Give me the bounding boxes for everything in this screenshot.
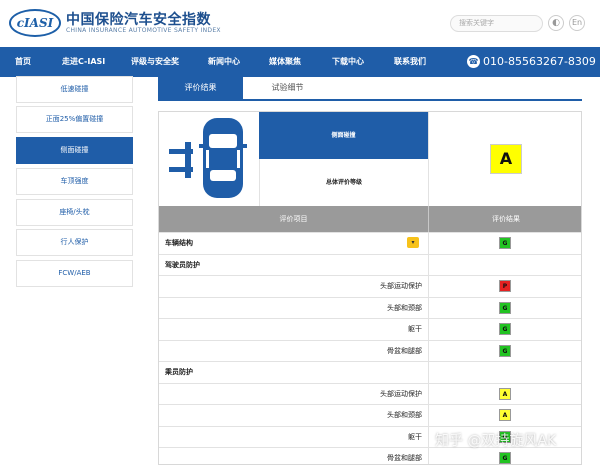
overall-grade-badge: A: [490, 144, 522, 174]
column-divider: [428, 340, 429, 362]
table-row: 头部和颈部 G: [159, 296, 581, 319]
section-label: 乘员防护: [165, 368, 193, 376]
sidebar-item-side-impact[interactable]: 侧面碰撞: [16, 137, 133, 164]
nav-contact[interactable]: 联系我们: [394, 47, 426, 77]
results-panel: 侧面碰撞 总体评价等级 A 评价项目 评价结果 车辆结构 ▾ G 驾驶员防护头部运动保…: [158, 111, 582, 465]
row-label: 头部运动保护: [380, 389, 422, 398]
column-divider: [428, 405, 429, 426]
sidebar-item-roof-strength[interactable]: 车顶强度: [16, 168, 133, 195]
sidebar-item-fcw-aeb[interactable]: FCW/AEB: [16, 260, 133, 287]
column-header-result: 评价结果: [428, 206, 581, 232]
section-label: 驾驶员防护: [165, 260, 200, 269]
tab-results[interactable]: 评价结果: [158, 76, 243, 100]
row-label: 头部运动保护: [380, 282, 422, 290]
overall-label: 总体评价等级: [259, 159, 428, 206]
column-divider: [428, 426, 429, 448]
language-switch[interactable]: En: [569, 15, 585, 31]
column-divider: [428, 319, 429, 340]
grade-badge: A: [499, 409, 511, 421]
nav-ratings[interactable]: 评级与安全奖: [131, 47, 179, 77]
section-row: 驾驶员防护: [159, 253, 581, 276]
column-divider: [428, 362, 429, 383]
sidebar-item-pedestrian[interactable]: 行人保护: [16, 229, 133, 256]
table-row: 躯干 G: [159, 318, 581, 340]
side-impact-car-icon: [159, 112, 259, 206]
grade-badge: G: [499, 323, 511, 335]
column-divider: [428, 276, 429, 297]
grade-badge: P: [499, 280, 511, 292]
column-divider: [428, 448, 429, 464]
nav-about[interactable]: 走进C-IASI: [62, 47, 105, 77]
sidebar-item-seat-headrest[interactable]: 座椅/头枕: [16, 199, 133, 226]
column-divider: [428, 297, 429, 319]
column-divider: [428, 233, 429, 254]
tab-underline: [158, 99, 582, 101]
row-label: 骨盆和腿部: [387, 346, 422, 355]
site-title: 中国保险汽车安全指数: [66, 12, 211, 28]
site-header: cIASI 中国保险汽车安全指数 CHINA INSURANCE AUTOMOT…: [0, 0, 600, 47]
phone-number: 010-85563267-8309: [483, 55, 596, 68]
nav-download[interactable]: 下载中心: [332, 47, 364, 77]
grade-badge: G: [499, 237, 511, 249]
column-header-item: 评价项目: [159, 206, 428, 232]
grade-badge: G: [499, 301, 511, 314]
expand-arrow-icon[interactable]: ▾: [407, 237, 419, 248]
table-row: 骨盆和腿部 G: [159, 339, 581, 362]
section-row: 乘员防护: [159, 361, 581, 383]
wechat-icon[interactable]: ◐: [548, 15, 564, 31]
table-row: 头部运动保护 P: [159, 275, 581, 297]
row-label: 骨盆和腿部: [387, 454, 422, 462]
tab-test-details[interactable]: 试验细节: [255, 76, 320, 100]
row-label: 头部和颈部: [387, 303, 422, 312]
grade-badge: G: [499, 452, 511, 464]
watermark: 知乎 @双持旋风AK: [435, 433, 557, 449]
nav-news[interactable]: 新闻中心: [208, 47, 240, 77]
sidebar-item-frontal-offset[interactable]: 正面25%偏置碰撞: [16, 106, 133, 133]
test-name-cell: 侧面碰撞: [259, 112, 428, 159]
row-label: 躯干: [408, 325, 422, 333]
table-row: 头部运动保护 A: [159, 382, 581, 405]
logo[interactable]: cIASI: [9, 9, 61, 37]
sidebar-item-low-speed[interactable]: 低速碰撞: [16, 76, 133, 103]
column-divider: [428, 254, 429, 276]
main-nav: 首页 走进C-IASI 评级与安全奖 新闻中心 媒体聚焦 下载中心 联系我们 ☎…: [0, 47, 600, 77]
search-input[interactable]: 搜索关键字: [450, 15, 543, 32]
section-label: 车辆结构: [165, 239, 193, 247]
column-divider: [428, 383, 429, 405]
section-row: 车辆结构 ▾ G: [159, 232, 581, 254]
nav-home[interactable]: 首页: [15, 47, 31, 77]
phone-icon: ☎: [467, 55, 480, 68]
row-label: 躯干: [408, 432, 422, 441]
table-row: 头部和颈部 A: [159, 404, 581, 426]
nav-media[interactable]: 媒体聚焦: [269, 47, 301, 77]
grade-badge: A: [499, 387, 511, 400]
site-subtitle: CHINA INSURANCE AUTOMOTIVE SAFETY INDEX: [66, 27, 221, 34]
row-label: 头部和颈部: [387, 411, 422, 419]
grade-badge: G: [499, 344, 511, 357]
